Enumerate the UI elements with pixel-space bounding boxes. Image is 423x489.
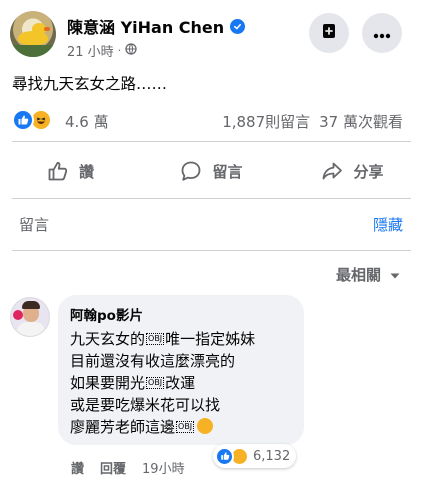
laughing-emoji-icon [197, 418, 214, 434]
author-name[interactable]: 陳意涵 YiHan Chen [67, 14, 224, 38]
comment-reply-button[interactable]: 回覆 [100, 458, 126, 477]
post-actions: 讚 留言 分享 [0, 148, 423, 194]
save-button[interactable] [309, 13, 349, 53]
comment-bubble: 阿翰po影片 九天玄女的 OBJ 唯一指定姊妹 目前還沒有收這麼漂亮的 如果要開光 O… [58, 295, 304, 445]
sort-label: 最相關 [335, 266, 381, 284]
divider [12, 141, 411, 142]
post-meta: 21 小時 · [67, 41, 137, 60]
comment-text: 九天玄女的 OBJ 唯一指定姊妹 目前還沒有收這麼漂亮的 如果要開光 OBJ 改運 或是… [70, 328, 292, 438]
reaction-count[interactable]: 4.6 萬 [65, 111, 109, 132]
author-avatar[interactable] [10, 11, 56, 57]
bookmark-icon [320, 22, 338, 44]
view-count: 37 萬次觀看 [319, 113, 403, 131]
comment-actions: 讚 回覆 19小時 [71, 458, 185, 477]
like-reaction-icon [12, 109, 34, 131]
obj-placeholder: OBJ [176, 421, 195, 433]
comment-reaction-count: 6,132 [253, 448, 291, 464]
commenter-avatar[interactable] [10, 297, 50, 337]
hide-comments-link[interactable]: 隱藏 [373, 214, 403, 235]
share-button[interactable]: 分享 [282, 148, 423, 194]
comment-label: 留言 [212, 162, 243, 181]
avatar-ground [10, 45, 56, 57]
post-text: 尋找九天玄女之路…… [12, 75, 168, 93]
avatar-shirt [17, 322, 45, 336]
avatar-duck-beak [44, 27, 50, 31]
divider [12, 250, 411, 251]
reaction-icons[interactable] [12, 109, 52, 131]
comment-like-button[interactable]: 讚 [71, 458, 84, 477]
caret-down-icon [389, 266, 401, 284]
speech-bubble-icon [180, 160, 202, 182]
comment-line: 九天玄女的 OBJ 唯一指定姊妹 [70, 330, 256, 348]
comment-reactions[interactable]: 6,132 [213, 444, 297, 468]
sort-dropdown[interactable]: 最相關 [336, 264, 401, 285]
comment-author[interactable]: 阿翰po影片 [70, 304, 292, 324]
share-arrow-icon [321, 160, 343, 182]
obj-placeholder: OBJ [146, 333, 165, 345]
comment-line: 如果要開光 OBJ 改運 [70, 374, 196, 392]
thumbs-up-icon [47, 160, 69, 182]
obj-placeholder: OBJ [146, 377, 165, 389]
more-options-button[interactable] [362, 13, 402, 53]
comments-title: 留言 [19, 216, 50, 234]
public-globe-icon [125, 42, 137, 59]
post-stats: 4.6 萬 1,887則留言 37 萬次觀看 [0, 104, 423, 138]
comment-line: 或是要吃爆米花可以找 [70, 396, 221, 414]
comment-button[interactable]: 留言 [141, 148, 282, 194]
like-reaction-icon [215, 446, 234, 466]
meta-separator: · [117, 44, 122, 57]
like-button[interactable]: 讚 [0, 148, 141, 194]
avatar-hair [22, 301, 40, 309]
like-label: 讚 [78, 162, 94, 181]
post-time[interactable]: 21 小時 [67, 41, 114, 60]
verified-badge-icon [230, 18, 246, 34]
comments-bar: 留言 隱藏 [0, 199, 423, 249]
share-label: 分享 [353, 162, 384, 181]
avatar-badge [13, 310, 23, 320]
comment-line: 目前還沒有收這麼漂亮的 [70, 352, 236, 370]
comment-count[interactable]: 1,887則留言 [222, 111, 310, 132]
comment-time[interactable]: 19小時 [142, 458, 185, 477]
post-header: 陳意涵 YiHan Chen 21 小時 · [0, 0, 423, 66]
ellipsis-icon [373, 24, 391, 43]
comment-line: 廖麗芳老師這邊 OBJ [70, 416, 292, 438]
